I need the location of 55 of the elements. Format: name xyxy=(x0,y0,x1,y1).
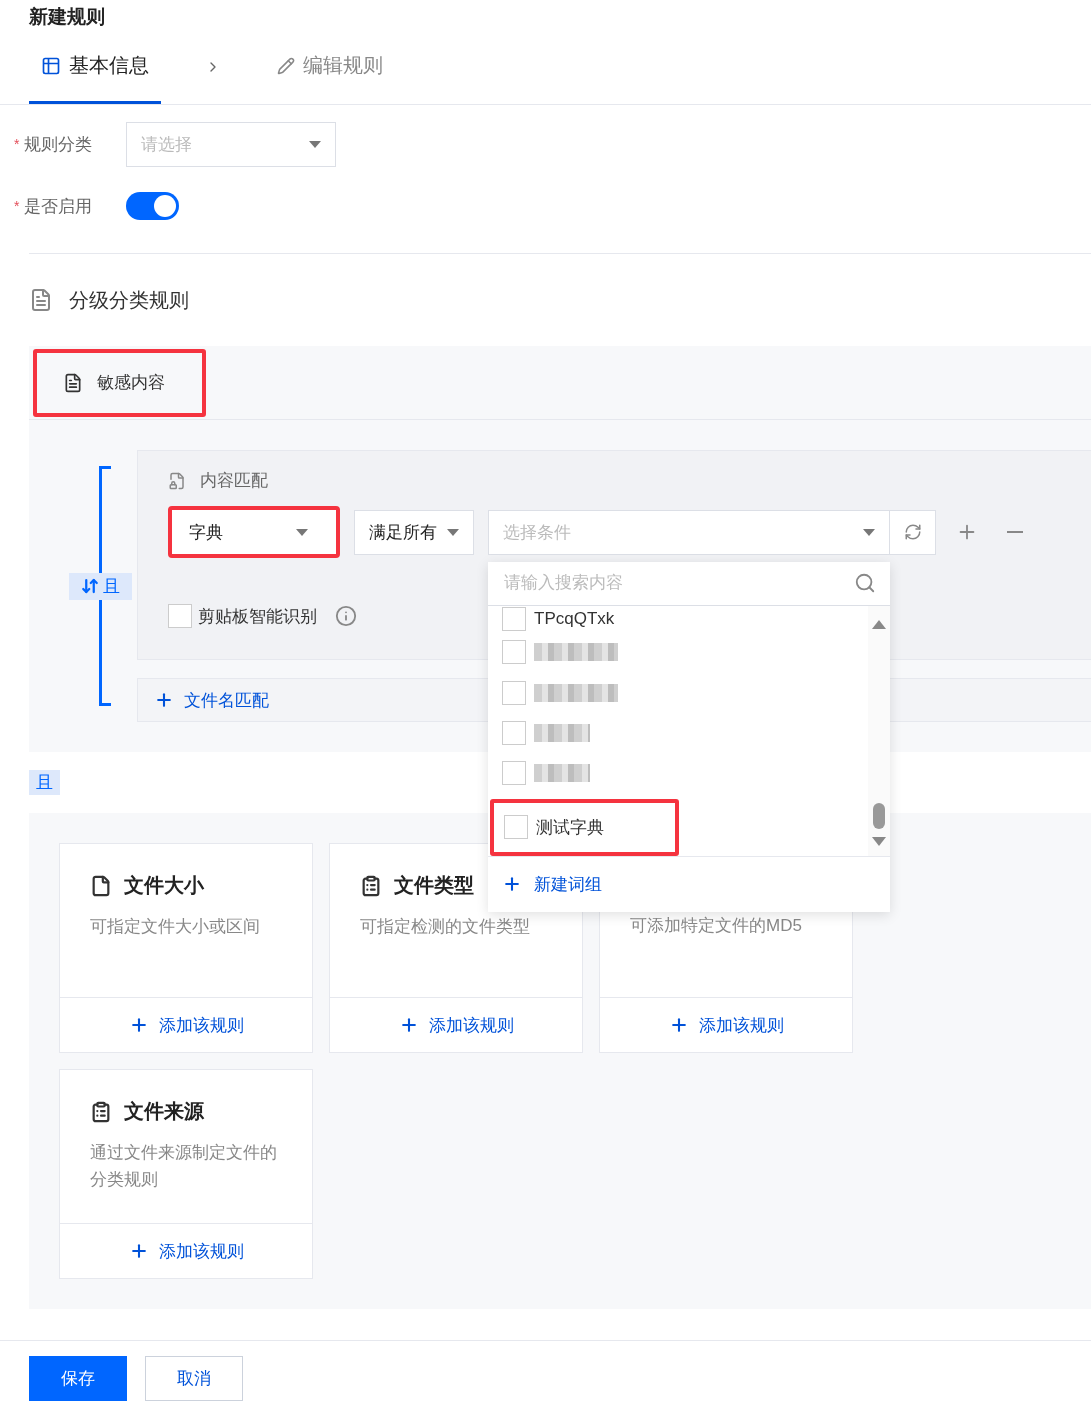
step-tab[interactable]: 编辑规则 xyxy=(265,30,395,104)
clipboard-icon xyxy=(360,874,382,897)
option-label: TPcqQTxk xyxy=(534,608,615,629)
save-button[interactable]: 保存 xyxy=(29,1356,127,1401)
cancel-button[interactable]: 取消 xyxy=(145,1356,243,1401)
document-icon xyxy=(63,372,83,393)
document-icon xyxy=(29,288,53,312)
refresh-button[interactable] xyxy=(890,509,936,555)
redacted-label xyxy=(534,764,590,783)
card-description: 通过文件来源制定文件的分类规则 xyxy=(90,1142,278,1191)
plus-icon xyxy=(154,690,174,710)
card-description: 可指定文件大小或区间 xyxy=(90,916,261,938)
file-icon xyxy=(90,874,112,897)
step-tab[interactable]: 基本信息 xyxy=(29,30,161,104)
checkbox[interactable] xyxy=(502,680,526,705)
plus-icon xyxy=(502,874,522,894)
type-select[interactable]: 字典 xyxy=(168,506,340,558)
required-mark: * xyxy=(14,136,20,152)
section-title: 分级分类规则 xyxy=(69,287,189,313)
dictionary-option[interactable]: 测试字典 xyxy=(490,799,679,856)
logic-toggle[interactable]: 且 xyxy=(68,572,132,600)
pencil-icon xyxy=(277,56,295,75)
new-group-button[interactable]: 新建词组 xyxy=(488,855,890,912)
checkbox[interactable] xyxy=(504,815,528,840)
field-label: 规则分类 xyxy=(24,133,94,156)
swap-icon xyxy=(80,577,99,595)
search-icon xyxy=(854,572,876,594)
card-title: 文件类型 xyxy=(394,873,474,898)
enable-toggle[interactable] xyxy=(126,192,180,220)
checkbox-label: 剪贴板智能识别 xyxy=(198,605,317,628)
content-match-title: 内容匹配 xyxy=(200,470,268,492)
checkbox[interactable] xyxy=(168,604,192,628)
checkbox[interactable] xyxy=(502,640,526,665)
card-title: 文件大小 xyxy=(124,873,204,898)
info-icon xyxy=(335,605,357,627)
checkbox[interactable] xyxy=(502,761,526,786)
field-label: 是否启用 xyxy=(24,195,94,218)
card-title: 文件来源 xyxy=(124,1099,204,1124)
checkbox[interactable] xyxy=(502,606,526,631)
file-icon xyxy=(168,471,186,490)
required-mark: * xyxy=(14,198,20,214)
refresh-icon xyxy=(903,523,922,541)
card-description: 可添加特定文件的MD5 xyxy=(630,915,803,937)
redacted-label xyxy=(534,723,590,742)
mode-select[interactable]: 满足所有 xyxy=(354,509,474,555)
logic-tag: 且 xyxy=(29,770,60,795)
card-description: 可指定检测的文件类型 xyxy=(360,916,531,938)
table-icon xyxy=(41,55,61,76)
checkbox[interactable] xyxy=(502,720,526,745)
sensitive-content-tab[interactable]: 敏感内容 xyxy=(33,348,206,417)
clipboard-icon xyxy=(90,1100,112,1123)
option-row[interactable]: TPcqQTxk xyxy=(502,605,868,633)
page-title: 新建规则 xyxy=(28,5,106,29)
option-label: 测试字典 xyxy=(536,816,604,839)
minus-icon xyxy=(1007,531,1023,533)
